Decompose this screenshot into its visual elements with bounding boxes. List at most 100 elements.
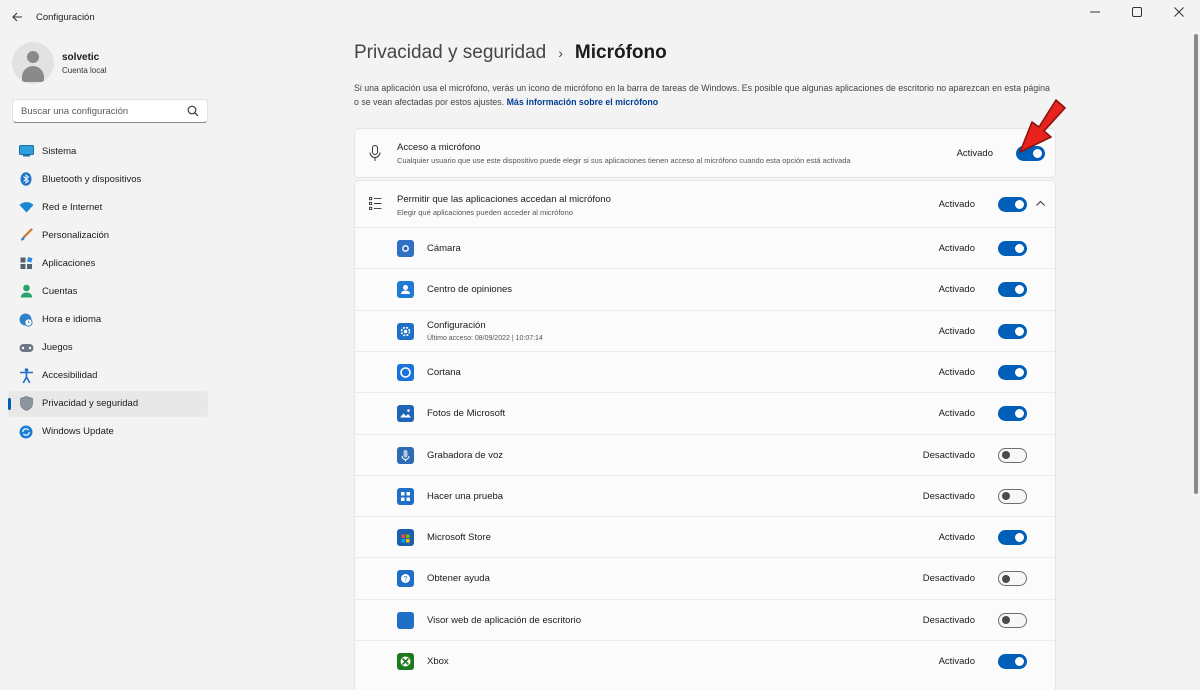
app-status: Activado [938,243,975,254]
settings-app-icon [397,322,414,340]
app-access-toggle[interactable] [998,197,1027,212]
app-name: Visor web de aplicación de escritorio [427,614,582,626]
app-name: Configuración [427,319,486,331]
search-icon[interactable] [187,105,199,117]
search-input[interactable] [21,105,187,117]
app-row: Centro de opiniones Activado [355,268,1055,310]
list-icon [369,197,382,210]
sidebar-item-juegos[interactable]: Juegos [8,335,208,361]
page-title: Micrófono [574,42,667,63]
profile-subtitle: Cuenta local [62,65,107,75]
app-toggle[interactable] [998,571,1027,587]
sidebar-item-windows-update[interactable]: Windows Update [8,419,208,445]
svg-text:?: ? [404,576,408,583]
sidebar-item-privacidad[interactable]: Privacidad y seguridad [8,390,208,417]
photos-icon [397,405,414,423]
app-name: Cámara [427,243,461,254]
mic-access-title: Acceso a micrófono [397,142,481,153]
app-row: ? Obtener ayuda Desactivado [355,557,1055,599]
app-toggle[interactable] [998,282,1027,298]
breadcrumb-separator: › [558,45,563,61]
app-toggle[interactable] [998,530,1027,546]
app-status: Activado [938,366,975,378]
app-row: Visor web de aplicación de escritorio Des… [355,598,1055,640]
scrollbar[interactable] [1194,34,1198,494]
app-status: Activado [938,408,975,420]
search-box[interactable] [12,99,208,123]
sidebar-item-personalizacion[interactable]: Personalización [8,222,208,248]
sidebar-item-accesibilidad[interactable]: Accesibilidad [8,363,208,389]
sidebar-item-label: Sistema [42,145,77,157]
app-toggle[interactable] [998,406,1027,422]
user-profile[interactable]: solvetic Cuenta local [12,42,106,84]
maximize-icon [1132,7,1142,17]
wifi-icon [19,202,33,213]
app-toggle[interactable] [998,612,1027,628]
sidebar-item-label: Accesibilidad [42,370,98,382]
app-status: Desactivado [922,449,975,461]
main-content: Privacidad y seguridad › Micrófono Si un… [354,34,1056,690]
app-name: Grabadora de voz [427,449,504,461]
app-row: Microsoft Store Activado [355,516,1055,558]
sidebar-item-label: Cuentas [42,285,78,297]
app-status: Activado [938,325,975,337]
close-button[interactable] [1158,0,1200,24]
app-toggle[interactable] [998,364,1027,380]
globe-clock-icon [19,313,33,327]
sidebar-item-sistema[interactable]: Sistema [8,138,208,164]
app-last-access: Último acceso: 08/09/2022 | 10:07:14 [427,334,543,342]
sidebar-item-hora[interactable]: Hora e idioma [8,307,208,333]
learn-more-link[interactable]: Más información sobre el micrófono [507,97,659,107]
system-icon [18,145,34,157]
app-title: Configuración [36,11,95,23]
maximize-button[interactable] [1116,0,1158,24]
back-button[interactable] [0,0,34,34]
app-row: Fotos de Microsoft Activado [355,392,1055,434]
sidebar-item-red[interactable]: Red e Internet [8,194,208,220]
app-name: Centro de opiniones [427,284,513,296]
app-row: Cortana Activado [355,350,1055,393]
sidebar-item-label: Hora e idioma [42,314,102,326]
xbox-icon [397,653,414,670]
app-toggle[interactable] [998,241,1027,256]
app-access-subtitle: Elegir qué aplicaciones pueden acceder a… [397,208,573,217]
sidebar-item-label: Bluetooth y dispositivos [42,173,142,185]
apps-icon [20,256,32,269]
annotation-arrow-icon [1019,99,1066,153]
chevron-up-icon[interactable] [1036,200,1045,206]
sidebar-item-bluetooth[interactable]: Bluetooth y dispositivos [8,166,208,192]
account-icon [20,285,32,298]
app-row: Hacer una prueba Desactivado [355,474,1055,517]
mic-access-subtitle: Cualquier usuario que use este dispositi… [397,156,851,165]
app-status: Activado [938,284,975,296]
app-toggle[interactable] [998,488,1027,504]
app-access-status: Activado [938,199,975,210]
app-row: Xbox Activado [355,640,1055,682]
app-name: Hacer una prueba [427,490,504,502]
app-toggle[interactable] [998,654,1027,669]
app-name: Fotos de Microsoft [427,408,506,420]
app-access-card: Permitir que las aplicaciones accedan al… [354,180,1056,690]
sidebar-item-aplicaciones[interactable]: Aplicaciones [8,250,208,276]
close-icon [1174,7,1184,17]
app-access-header[interactable]: Permitir que las aplicaciones accedan al… [355,181,1055,227]
profile-name: solvetic [62,51,100,63]
sidebar-item-label: Juegos [42,342,73,354]
minimize-button[interactable] [1074,0,1116,24]
avatar [12,42,54,84]
microphone-icon [369,145,381,161]
help-icon: ? [397,570,414,588]
breadcrumb-parent[interactable]: Privacidad y seguridad [354,42,546,64]
voice-recorder-icon [397,446,414,464]
app-status: Desactivado [922,490,975,502]
sidebar-item-cuentas[interactable]: Cuentas [8,278,208,304]
shield-icon [19,396,33,412]
sidebar-item-label: Windows Update [42,426,114,438]
sidebar-item-label: Red e Internet [42,201,103,213]
mic-access-status: Activado [956,148,993,159]
app-name: Cortana [427,366,461,378]
app-toggle[interactable] [998,447,1027,463]
app-toggle[interactable] [998,323,1027,339]
breadcrumb: Privacidad y seguridad › Micrófono [354,42,667,64]
sidebar-item-label: Personalización [42,229,110,241]
